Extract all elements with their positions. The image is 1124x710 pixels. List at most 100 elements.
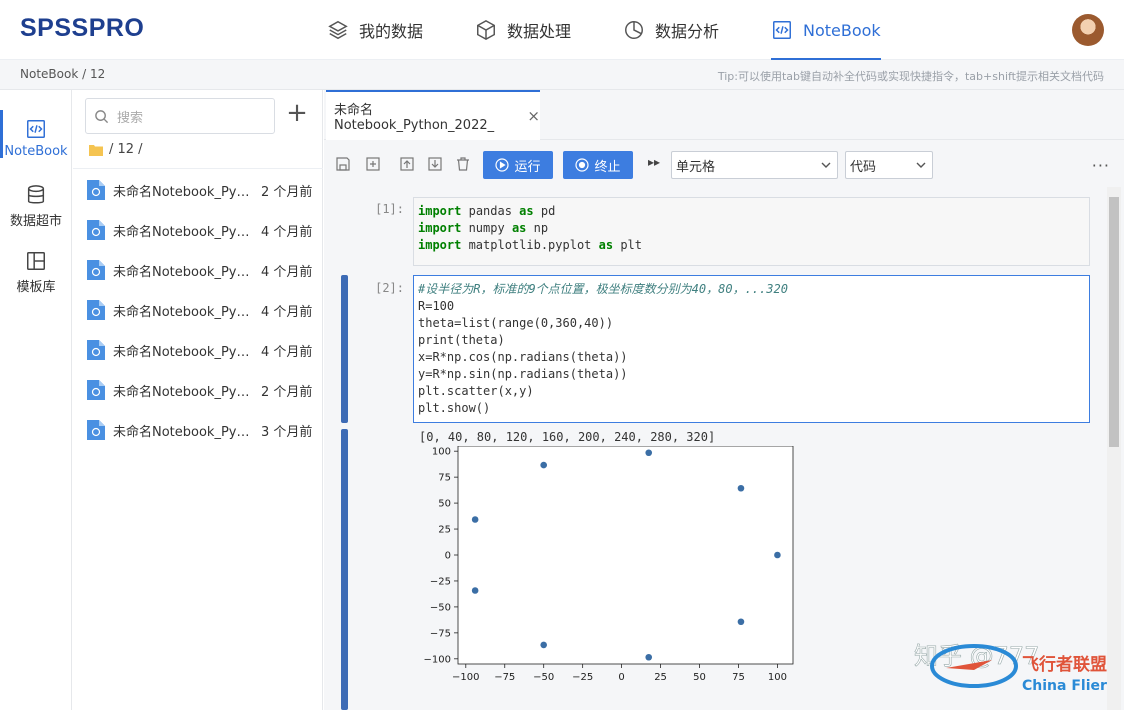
nav-label: NoteBook	[803, 20, 881, 40]
list-item[interactable]: 未命名Notebook_Python_2022_ 4 个月前	[73, 330, 323, 370]
scatter-plot: −100 −75 −50 −25 0 25 50 75 100 100 75 50 25 0 −25 −50 −…	[424, 446, 794, 683]
list-item[interactable]: 未命名Notebook_Python_2022_ 3 个月前	[73, 410, 323, 450]
nav-my-data[interactable]: 我的数据	[327, 0, 423, 60]
side-rail: NoteBook 数据超市 模板库	[0, 90, 72, 710]
code-line: plt.show()	[418, 401, 491, 415]
search-input[interactable]: 搜索	[85, 98, 275, 134]
notebook-editor: 未命名Notebook_Python_2022_ × 运行 终止 ▸▸ 单元格 …	[324, 90, 1124, 710]
tip-text: Tip:可以使用tab键自动补全代码或实现快捷指令，tab+shift提示相关文…	[717, 70, 1104, 83]
run-label: 运行	[514, 159, 541, 175]
breadcrumb[interactable]: NoteBook / 12	[20, 67, 105, 81]
code-cell[interactable]: import pandas as pd import numpy as np i…	[413, 197, 1090, 266]
search-placeholder: 搜索	[117, 110, 144, 126]
file-date: 4 个月前	[261, 264, 313, 280]
chevron-down-icon	[916, 162, 926, 168]
notebook-toolbar: 运行 终止 ▸▸ 单元格 代码 ···	[324, 150, 1124, 180]
y-tick-label: −50	[430, 602, 451, 613]
layers-icon	[328, 20, 348, 40]
list-item[interactable]: 未命名Notebook_Python_2022_ 2 个月前	[73, 370, 323, 410]
folder-path[interactable]: / 12 /	[89, 142, 143, 157]
code-line: R=100	[418, 299, 455, 313]
file-name: 未命名Notebook_Python_2022_	[113, 344, 253, 360]
notebook-file-icon	[87, 180, 105, 200]
save-icon[interactable]	[336, 157, 350, 171]
code-file-icon	[27, 120, 45, 138]
notebook-file-icon	[87, 420, 105, 440]
close-icon[interactable]: ×	[527, 107, 540, 125]
nav-label: 数据分析	[655, 22, 720, 41]
file-date: 3 个月前	[261, 424, 313, 440]
run-button[interactable]: 运行	[483, 151, 553, 179]
rail-item-templates[interactable]: 模板库	[0, 250, 72, 295]
scatter-point	[540, 641, 547, 649]
notebook-file-icon	[87, 260, 105, 280]
chevron-down-icon	[821, 162, 831, 168]
top-navbar: SPSSPRO 我的数据 数据处理 数据分析 NoteBook	[0, 0, 1124, 60]
add-notebook-button[interactable]: +	[285, 100, 309, 126]
file-date: 2 个月前	[261, 384, 313, 400]
stop-button[interactable]: 终止	[563, 151, 633, 179]
nav-label: 我的数据	[359, 22, 424, 41]
folder-path-label: / 12 /	[109, 142, 143, 157]
app-logo[interactable]: SPSSPRO	[20, 14, 144, 43]
list-item[interactable]: 未命名Notebook_Python_2022_ 4 个月前	[73, 290, 323, 330]
scatter-point	[645, 653, 653, 661]
file-date: 4 个月前	[261, 304, 313, 320]
pie-chart-icon	[625, 21, 643, 39]
stop-label: 终止	[594, 159, 621, 175]
file-name: 未命名Notebook_Python_2022_	[113, 224, 253, 240]
scatter-point	[737, 484, 745, 492]
watermark-line2: 飞行者联盟	[1022, 654, 1107, 675]
database-icon	[27, 185, 45, 204]
play-icon	[495, 158, 510, 172]
more-options-icon[interactable]: ···	[1092, 156, 1110, 175]
code-line: y=R*np.sin(np.radians(theta))	[418, 367, 628, 381]
divider	[73, 168, 323, 169]
nav-data-processing[interactable]: 数据处理	[475, 0, 571, 60]
rail-item-notebook[interactable]: NoteBook	[0, 110, 72, 159]
code-line: theta=list(range(0,360,40))	[418, 316, 614, 330]
scatter-point	[471, 516, 479, 523]
move-down-icon[interactable]	[428, 157, 442, 171]
rail-label: 数据超市	[9, 214, 62, 229]
cell-type-select[interactable]: 代码	[845, 151, 933, 179]
list-item[interactable]: 未命名Notebook_Python_2022_ 4 个月前	[73, 210, 323, 250]
x-tick-label: 50	[693, 672, 706, 683]
y-tick-label: 0	[445, 551, 451, 562]
add-cell-icon[interactable]	[366, 157, 380, 171]
fast-forward-icon[interactable]: ▸▸	[648, 155, 660, 169]
output-bar[interactable]	[341, 429, 348, 710]
folder-icon	[89, 144, 103, 156]
cell-prompt: [2]:	[375, 281, 404, 295]
y-tick-label: −25	[430, 576, 451, 587]
tab-notebook[interactable]: 未命名Notebook_Python_2022_ ×	[326, 90, 540, 140]
list-item[interactable]: 未命名Notebook_Python_2022_ 4 个月前	[73, 250, 323, 290]
cell-output-text: [0, 40, 80, 120, 160, 200, 240, 280, 320…	[419, 430, 716, 444]
search-icon	[95, 109, 109, 123]
scrollbar-thumb[interactable]	[1109, 197, 1119, 447]
code-cell-active[interactable]: #设半径为R，标准的9个点位置，极坐标度数分别为40，80，...320 R=1…	[413, 275, 1090, 423]
avatar[interactable]	[1072, 14, 1104, 46]
move-up-icon[interactable]	[400, 157, 414, 171]
code-line: x=R*np.cos(np.radians(theta))	[418, 350, 628, 364]
nav-data-analysis[interactable]: 数据分析	[623, 0, 719, 60]
file-panel: 搜索 + / 12 / 未命名Notebook_Python_2022_ 2 个月…	[73, 90, 323, 710]
scope-select-value: 单元格	[676, 159, 716, 175]
file-name: 未命名Notebook_Python_2022_	[113, 184, 253, 200]
file-date: 2 个月前	[261, 184, 313, 200]
file-name: 未命名Notebook_Python_2022_	[113, 424, 253, 440]
delete-icon[interactable]	[456, 157, 470, 171]
list-item[interactable]: 未命名Notebook_Python_2022_ 2 个月前	[73, 170, 323, 210]
y-tick-label: 25	[438, 525, 451, 536]
notebook-file-icon	[87, 300, 105, 320]
rail-item-data-market[interactable]: 数据超市	[0, 184, 72, 229]
nav-notebook[interactable]: NoteBook	[771, 0, 881, 60]
watermark-line3: China Flier	[1022, 678, 1107, 694]
cell-selected-bar[interactable]	[341, 275, 348, 423]
y-tick-label: 100	[432, 447, 451, 458]
plot-frame	[457, 446, 794, 665]
x-tick-label: −50	[533, 672, 554, 683]
file-date: 4 个月前	[261, 344, 313, 360]
scope-select[interactable]: 单元格	[671, 151, 838, 179]
file-date: 4 个月前	[261, 224, 313, 240]
